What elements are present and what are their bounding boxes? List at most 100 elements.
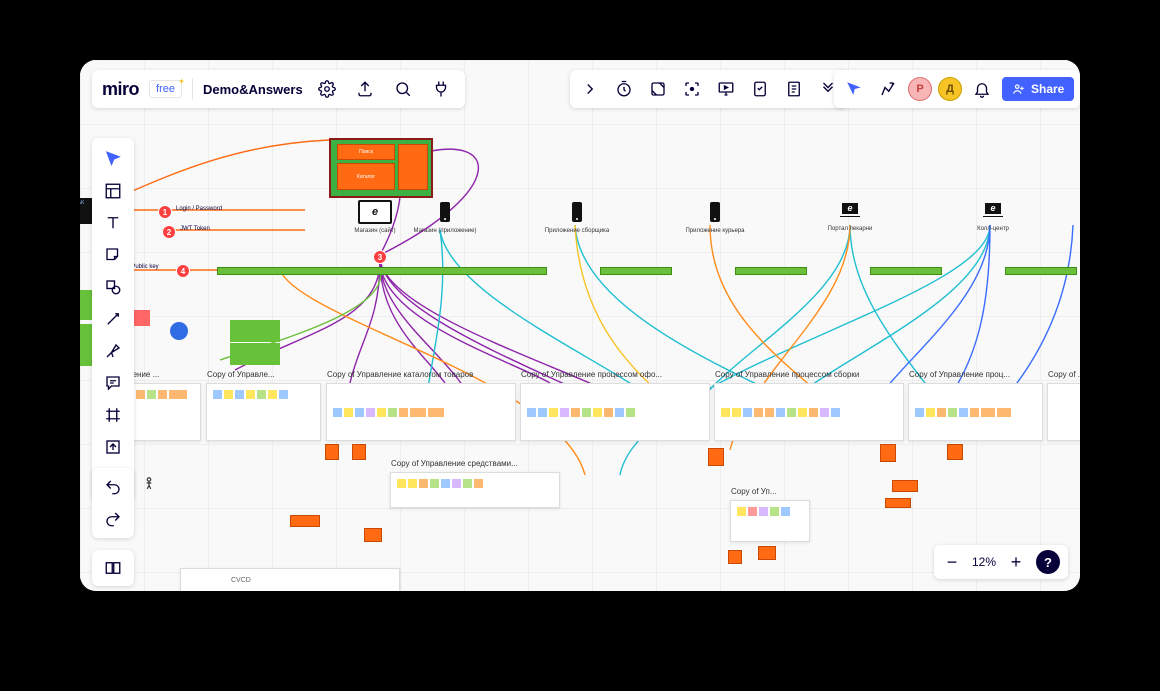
presentation-icon[interactable] xyxy=(712,75,740,103)
laptop-icon: e xyxy=(836,198,864,222)
comment-tool[interactable] xyxy=(97,368,129,398)
svc-2[interactable] xyxy=(352,444,366,460)
frame-5[interactable]: Copy of Управление проц... xyxy=(908,383,1043,441)
sticky-tool[interactable] xyxy=(97,240,129,270)
sticky-4[interactable] xyxy=(230,343,280,365)
jwt-label: JWT Token xyxy=(180,226,210,232)
focus-icon[interactable] xyxy=(678,75,706,103)
canvas[interactable]: DAK Поиск Каталог 1 Login / Password 2 J… xyxy=(80,60,1080,591)
svc-8[interactable] xyxy=(880,444,896,462)
svc-5[interactable] xyxy=(708,448,724,466)
phone-icon xyxy=(701,200,729,224)
frame-s2[interactable]: Copy of Уп... xyxy=(730,500,810,542)
frame-title: Copy of Уп... xyxy=(731,487,777,496)
frame-title: Copy of Управление процессом сборки xyxy=(715,370,859,379)
catalog-search-box: Поиск xyxy=(337,144,395,160)
phone-icon xyxy=(563,200,591,224)
zoom-in-button[interactable]: + xyxy=(1006,552,1026,572)
node-bakery-portal[interactable]: e Портал пекарни xyxy=(805,198,895,232)
timer-icon[interactable] xyxy=(610,75,638,103)
frame-title: Copy of ... xyxy=(1048,370,1080,379)
node-picker-app[interactable]: Приложение сборщика xyxy=(532,200,622,234)
chevron-right-icon[interactable] xyxy=(576,75,604,103)
undo-button[interactable] xyxy=(97,472,129,502)
shape-tool[interactable] xyxy=(97,272,129,302)
avatar-1[interactable]: P xyxy=(908,77,932,101)
sticky-5[interactable] xyxy=(230,320,280,342)
voting-icon[interactable] xyxy=(746,75,774,103)
top-bar-right: P Д Share xyxy=(834,70,1080,108)
label: Поиск xyxy=(359,149,373,155)
select-tool[interactable] xyxy=(97,144,129,174)
reactions-icon[interactable] xyxy=(874,75,902,103)
search-icon[interactable] xyxy=(389,75,417,103)
svg-text:e: e xyxy=(847,203,852,213)
svc-3[interactable] xyxy=(290,515,320,527)
catalog-frame[interactable]: Поиск Каталог xyxy=(329,138,433,198)
node-call-center[interactable]: e Колл-центр xyxy=(948,198,1038,232)
zoom-level[interactable]: 12% xyxy=(972,555,996,569)
frame-2[interactable]: Copy of Управление каталогом товаров xyxy=(326,383,516,441)
logo[interactable]: miro xyxy=(102,79,139,100)
frame-1[interactable]: Copy of Управле... xyxy=(206,383,321,441)
node-shop-app[interactable]: Магазин (приложение) xyxy=(400,200,490,234)
frame-title: Copy of Управление средствами... xyxy=(391,459,518,468)
laptop-icon: e xyxy=(979,198,1007,222)
label: Каталог xyxy=(357,174,375,180)
label: Магазин (приложение) xyxy=(414,228,477,234)
tool-rail xyxy=(92,138,134,500)
api-gateway-3 xyxy=(600,267,672,275)
node-courier-app[interactable]: Приложение курьера xyxy=(670,200,760,234)
svg-text:e: e xyxy=(990,203,995,213)
text-tool[interactable] xyxy=(97,208,129,238)
cursor-mode-icon[interactable] xyxy=(840,75,868,103)
svc-6[interactable] xyxy=(728,550,742,564)
zoom-out-button[interactable]: − xyxy=(942,552,962,572)
templates-tool[interactable] xyxy=(97,176,129,206)
share-button[interactable]: Share xyxy=(1002,77,1074,101)
settings-icon[interactable] xyxy=(313,75,341,103)
frame-3[interactable]: Copy of Управление процессом офо... xyxy=(520,383,710,441)
slides-icon[interactable] xyxy=(97,556,129,580)
frame-title: Copy of Управле... xyxy=(207,370,275,379)
svc-4[interactable] xyxy=(364,528,382,542)
avatar-2[interactable]: Д xyxy=(938,77,962,101)
pen-tool[interactable] xyxy=(97,336,129,366)
frame-title: Copy of Управление проц... xyxy=(909,370,1010,379)
upload-tool[interactable] xyxy=(97,432,129,462)
help-button[interactable]: ? xyxy=(1036,550,1060,574)
label: Колл-центр xyxy=(977,226,1009,232)
svc-7[interactable] xyxy=(758,546,776,560)
board-name[interactable]: Demo&Answers xyxy=(203,82,303,97)
catalog-side-box xyxy=(398,144,428,190)
label: Приложение курьера xyxy=(686,228,745,234)
export-icon[interactable] xyxy=(351,75,379,103)
bell-icon[interactable] xyxy=(968,75,996,103)
svc-1[interactable] xyxy=(325,444,339,460)
notes-icon[interactable] xyxy=(780,75,808,103)
login-label: Login / Password xyxy=(176,206,222,212)
plan-badge[interactable]: free xyxy=(149,80,182,98)
frame-tool[interactable] xyxy=(97,400,129,430)
redo-button[interactable] xyxy=(97,504,129,534)
frame-title: Copy of Управление каталогом товаров xyxy=(327,370,473,379)
frame-s1[interactable]: Copy of Управление средствами... xyxy=(390,472,560,508)
frame-title: Copy of Управление процессом офо... xyxy=(521,370,662,379)
hide-frames-icon[interactable] xyxy=(644,75,672,103)
api-gateway-1 xyxy=(217,267,547,275)
frame-cvcd[interactable]: CVCD xyxy=(180,568,400,591)
api-gateway-4 xyxy=(735,267,807,275)
svc-9[interactable] xyxy=(892,480,918,492)
frame-6[interactable]: Copy of ... xyxy=(1047,383,1080,441)
badge-2: 2 xyxy=(162,225,176,239)
catalog-main-box: Каталог xyxy=(337,163,395,190)
svc-10[interactable] xyxy=(947,444,963,460)
api-gateway-6 xyxy=(1005,267,1077,275)
svc-11[interactable] xyxy=(885,498,911,508)
line-tool[interactable] xyxy=(97,304,129,334)
frame-4[interactable]: Copy of Управление процессом сборки xyxy=(714,383,904,441)
divider xyxy=(192,78,193,100)
label: Портал пекарни xyxy=(828,226,873,232)
badge-3: 3 xyxy=(373,250,387,264)
plug-icon[interactable] xyxy=(427,75,455,103)
